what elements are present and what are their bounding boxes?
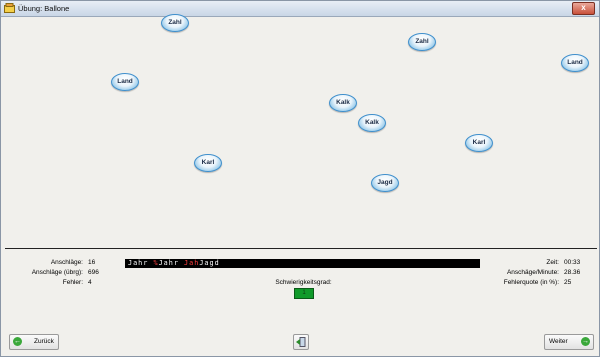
difficulty-label: Schwierigkeitsgrad: — [275, 279, 332, 286]
balloon: Jagd — [371, 174, 399, 192]
title-bar: Übung: Ballone x — [1, 1, 599, 17]
arrow-left-icon: ← — [13, 337, 22, 346]
balloon: Zahl — [161, 14, 189, 32]
balloon-area — [5, 17, 595, 246]
next-button-label: Weiter — [549, 338, 568, 345]
balloon-word: Kalk — [365, 119, 379, 126]
balloon-word: Karl — [201, 159, 215, 166]
exit-door-icon — [296, 337, 306, 347]
balloon-word: Zahl — [415, 38, 429, 45]
window-title: Übung: Ballone — [18, 4, 70, 13]
typed-correct: Jagd — [199, 259, 220, 267]
difficulty-indicator: 1 — [294, 288, 314, 299]
balloon-word: Karl — [472, 139, 486, 146]
stat-value-fehlerquote: 25 — [564, 279, 572, 286]
balloon: Zahl — [408, 33, 436, 51]
balloon-word: Jagd — [377, 179, 393, 186]
balloon: Karl — [194, 154, 222, 172]
exit-button[interactable] — [293, 334, 309, 350]
typed-text-display: Jahr %Jahr JahJagd — [125, 259, 480, 268]
typed-correct: Jahr — [158, 259, 185, 267]
balloon-word: Kalk — [336, 99, 350, 106]
exercise-window: Übung: Ballone x Zahl Zahl Land Land Kal… — [0, 0, 600, 357]
back-button-label: Zurück — [34, 338, 54, 345]
typed-correct: Jahr — [128, 259, 154, 267]
back-button[interactable]: ← Zurück — [9, 334, 59, 350]
stat-value-fehler: 4 — [88, 279, 92, 286]
separator-line — [5, 248, 597, 249]
balloon: Karl — [465, 134, 493, 152]
stat-value-anschlaege-minute: 28.36 — [564, 269, 581, 276]
stat-value-zeit: 00:33 — [564, 259, 581, 266]
arrow-right-icon: → — [581, 337, 590, 346]
typed-error: Jah — [184, 259, 200, 267]
close-button[interactable]: x — [572, 2, 595, 15]
stat-value-anschlaege: 16 — [88, 259, 96, 266]
next-button[interactable]: Weiter → — [544, 334, 594, 350]
balloon: Land — [561, 54, 589, 72]
app-icon — [4, 3, 15, 13]
balloon: Land — [111, 73, 139, 91]
balloon: Kalk — [358, 114, 386, 132]
stat-value-anschlaege-uebrig: 696 — [88, 269, 99, 276]
balloon-word: Zahl — [168, 19, 182, 26]
balloon-word: Land — [117, 78, 133, 85]
balloon-word: Land — [567, 59, 583, 66]
balloon: Kalk — [329, 94, 357, 112]
